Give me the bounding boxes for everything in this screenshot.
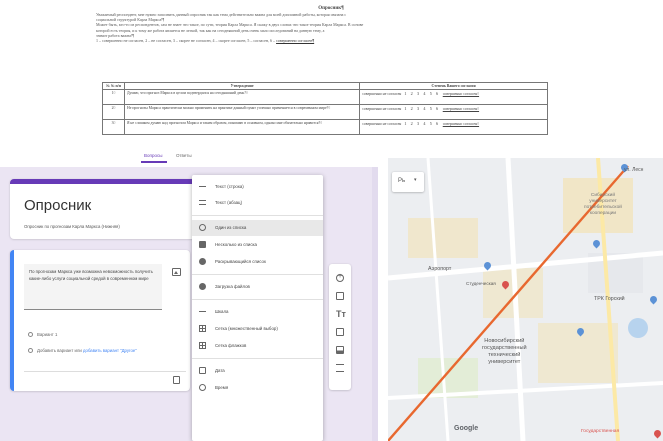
menu-item-grid[interactable]: Сетка (множественный выбор) [192, 321, 323, 337]
side-toolbar: Tт [329, 264, 351, 390]
menu-item-short-text[interactable]: Текст (строка) [192, 179, 323, 195]
table-row: 2¤ Не прогнозы Маркса практически можно … [102, 104, 548, 120]
aero-label: Аэропорт [428, 266, 452, 272]
table-header: Утверждение [123, 82, 361, 90]
menu-item-date[interactable]: Дата [192, 363, 323, 379]
add-image-icon[interactable] [172, 268, 181, 276]
add-option[interactable]: Добавить вариант или добавить вариант "Д… [28, 348, 137, 354]
forms-tabs: Вопросы Ответы [0, 150, 378, 166]
menu-item-file-upload[interactable]: Загрузка файлов [192, 279, 323, 295]
sibguk-label: Сибирский университет потребительской ко… [584, 193, 622, 216]
menu-item-paragraph[interactable]: Текст (абзац) [192, 195, 323, 211]
checkbox-icon [199, 241, 206, 248]
question-card[interactable]: По прогнозам Маркса уже возможна невозмо… [10, 250, 190, 391]
radio-icon [28, 332, 33, 338]
menu-divider [192, 274, 323, 275]
survey-document: Опросник¶ Уважаемый респондент, мне нужн… [96, 6, 566, 148]
table-header: № № п/п [102, 82, 125, 90]
active-tab-indicator [141, 161, 167, 163]
date-icon [199, 367, 206, 374]
google-forms-editor: Вопросы Ответы Опросник Опросник по прог… [0, 150, 378, 441]
table-header: Степень Вашего согласия [359, 82, 548, 90]
menu-item-linear-scale[interactable]: Шкала [192, 304, 323, 320]
street-label: ул. Лесн [624, 167, 644, 173]
add-other-link[interactable]: добавить вариант "Другое" [83, 348, 137, 353]
chevron-down-icon: ▾ [414, 177, 417, 183]
menu-item-dropdown[interactable]: Раскрывающийся список [192, 254, 323, 270]
add-question-icon[interactable] [336, 273, 344, 282]
menu-divider [192, 215, 323, 216]
menu-item-multiple-choice[interactable]: Один из списка [192, 220, 323, 236]
scale-icon [199, 311, 206, 313]
station-label: Студенческая [466, 281, 496, 286]
google-map[interactable]: Рь ▾ ул. Лесн Сибирский университет потре… [388, 158, 663, 441]
mall-label: ТРК Горский [594, 296, 625, 302]
form-title[interactable]: Опросник [24, 197, 91, 214]
radio-icon [199, 224, 206, 231]
menu-item-checkboxes[interactable]: Несколько из списка [192, 237, 323, 253]
question-text-input[interactable]: По прогнозам Маркса уже возможна невозмо… [24, 264, 162, 310]
short-text-icon [199, 186, 206, 188]
scale-legend: 1 – совершенно не согласен, 2 – не согла… [96, 38, 315, 44]
ngtu-label: Новосибирский государственный технически… [482, 338, 527, 365]
add-image-icon[interactable] [336, 328, 344, 336]
question-type-menu: Текст (строка) Текст (абзац) Один из спи… [192, 175, 323, 441]
upload-icon [199, 283, 206, 290]
checkbox-grid-icon [199, 342, 206, 349]
menu-item-checkbox-grid[interactable]: Сетка флажков [192, 338, 323, 354]
google-logo: Google [454, 425, 479, 432]
tab-questions[interactable]: Вопросы [144, 153, 162, 158]
radio-icon [28, 348, 33, 354]
table-row: 1¤ Думаю, что прогноз Маркса в целом под… [102, 89, 548, 105]
add-title-icon[interactable]: Tт [336, 310, 346, 319]
add-section-icon[interactable] [336, 364, 344, 372]
grid-icon [199, 325, 206, 332]
add-video-icon[interactable] [336, 346, 344, 354]
copy-icon[interactable] [173, 376, 180, 384]
paragraph-icon [199, 200, 206, 205]
dropdown-icon [199, 258, 206, 265]
menu-item-time[interactable]: Время [192, 380, 323, 396]
map-type-button[interactable]: Рь ▾ [392, 172, 424, 192]
import-questions-icon[interactable] [336, 292, 344, 300]
option-1[interactable]: Вариант 1 [28, 332, 57, 338]
divider [24, 371, 186, 372]
form-description[interactable]: Опросник по прогнозам Карла Маркса (Нижн… [24, 224, 120, 229]
table-row: 3¤ Я не слишком думаю над прогнозом Марк… [102, 119, 548, 135]
menu-divider [192, 299, 323, 300]
menu-divider [192, 358, 323, 359]
survey-table: № № п/п Утверждение Степень Вашего согла… [102, 82, 548, 135]
tab-answers[interactable]: Ответы [176, 153, 192, 158]
poi-label: Государственная [581, 429, 620, 434]
time-icon [199, 384, 206, 391]
